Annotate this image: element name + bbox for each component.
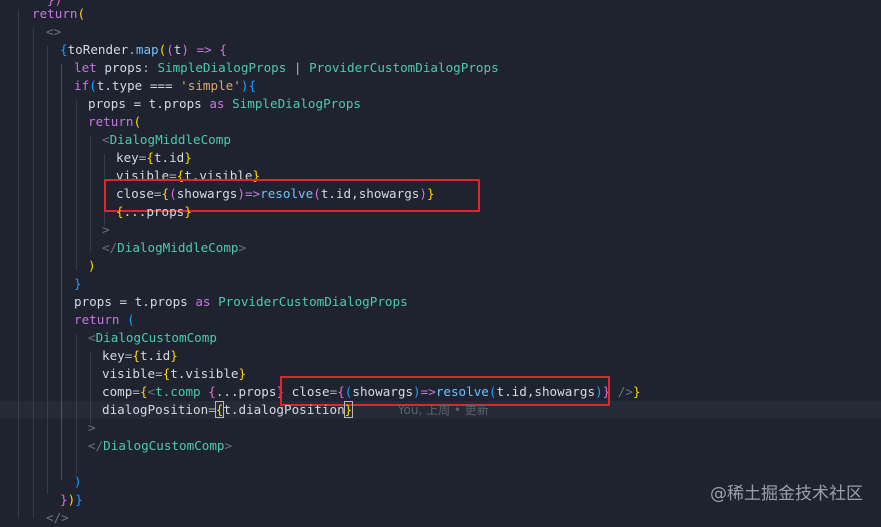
attribute-name: dialogPosition (102, 402, 209, 417)
code-token: t.visible (170, 366, 239, 381)
string-literal: 'simple' (180, 78, 241, 93)
code-token: toRender (67, 42, 129, 57)
code-line: props = t.props as SimpleDialogProps (88, 95, 361, 113)
code-token: ...props (123, 204, 185, 219)
code-line: </DialogMiddleComp> (102, 240, 247, 255)
keyword: as (209, 96, 225, 111)
keyword: if (74, 78, 90, 93)
git-blame-annotation: You, 上周 • 更新 (397, 403, 489, 417)
code-line: <DialogMiddleComp (102, 132, 231, 147)
attribute-name: visible (102, 366, 156, 381)
code-token: t.type === (96, 78, 181, 93)
code-line: return( (32, 6, 86, 21)
code-line: > (102, 222, 110, 237)
code-line: key={t.id} (116, 150, 192, 165)
code-line: if(t.type === 'simple'){ (74, 78, 257, 93)
code-line: {...props} (116, 204, 192, 219)
keyword: let (74, 60, 97, 75)
keyword: return (88, 114, 134, 129)
code-token: props = t.props (74, 294, 196, 309)
code-line: </> (46, 510, 69, 525)
code-line: > (88, 420, 96, 435)
watermark: @稀土掘金技术社区 (710, 484, 863, 504)
code-line: </DialogCustomComp> (88, 438, 233, 453)
attribute-name: comp (102, 384, 133, 399)
code-line: <> (46, 23, 61, 41)
code-token: props (104, 60, 143, 75)
code-line: visible={t.visible} (102, 366, 247, 381)
component-tag: DialogCustomComp (103, 438, 225, 453)
type-name: SimpleDialogProps (157, 60, 287, 75)
code-token: t.id (153, 150, 185, 165)
code-line: dialogPosition={t.dialogPosition} You, 上… (102, 401, 489, 418)
component-tag: DialogMiddleComp (117, 240, 239, 255)
code-line: props = t.props as ProviderCustomDialogP… (74, 293, 408, 311)
code-line: key={t.id} (102, 348, 178, 363)
code-line: ) (74, 474, 82, 489)
indent-guide (90, 136, 91, 252)
code-token: ...props (215, 384, 277, 399)
code-line: return( (88, 114, 142, 129)
component-tag: DialogMiddleComp (109, 132, 231, 147)
function-name: map (135, 42, 159, 57)
code-line: return ( (74, 312, 135, 327)
code-editor[interactable]: }) return( <> {toRender.map((t) => { let… (0, 0, 881, 525)
component-tag: t.comp (155, 384, 201, 399)
indent-guide (47, 46, 48, 494)
type-name: ProviderCustomDialogProps (218, 294, 408, 309)
code-token: t.dialogPosition (223, 402, 345, 417)
code-line: ) (88, 258, 96, 273)
code-line: {toRender.map((t) => { (60, 42, 227, 57)
keyword: return (32, 6, 78, 21)
attribute-name: key (102, 348, 125, 363)
code-token: t.id (139, 348, 171, 363)
type-name: SimpleDialogProps (232, 96, 361, 111)
attribute-name: key (116, 150, 139, 165)
keyword: as (195, 294, 211, 309)
code-line: } (74, 276, 82, 291)
code-line: <DialogCustomComp (88, 330, 217, 345)
indent-guide (76, 100, 77, 270)
type-name: ProviderCustomDialogProps (309, 60, 499, 75)
code-line: let props: SimpleDialogProps | ProviderC… (74, 60, 499, 75)
indent-guide (33, 28, 34, 518)
code-token: props = t.props (88, 96, 210, 111)
component-tag: DialogCustomComp (95, 330, 217, 345)
fragment-tag: <> (46, 24, 62, 39)
indent-guide (18, 10, 19, 518)
keyword: return (74, 312, 120, 327)
code-line: })} (60, 492, 83, 507)
